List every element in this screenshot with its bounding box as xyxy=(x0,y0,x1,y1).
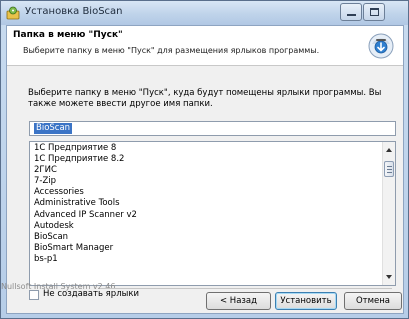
list-item[interactable]: Autodesk xyxy=(34,221,374,232)
list-item[interactable]: bs-p1 xyxy=(34,254,374,265)
list-item[interactable]: 1С Предприятие 8 xyxy=(34,143,374,154)
maximize-icon xyxy=(370,8,379,16)
folder-name-value: BioScan xyxy=(34,123,73,134)
install-button[interactable]: Установить xyxy=(275,292,337,310)
title-bar[interactable]: Установка BioScan xyxy=(1,1,408,25)
installer-window: Установка BioScan Папка в меню "Пуск" Вы… xyxy=(0,0,409,319)
maximize-button[interactable] xyxy=(363,3,385,21)
minimize-icon xyxy=(347,14,356,16)
list-item[interactable]: Administrative Tools xyxy=(34,198,374,209)
no-shortcuts-checkbox[interactable] xyxy=(29,290,39,300)
list-item[interactable]: Advanced IP Scanner v2 xyxy=(34,210,374,221)
window-title: Установка BioScan xyxy=(25,6,123,17)
minimize-button[interactable] xyxy=(340,3,362,21)
folder-list-items: 1С Предприятие 8 1С Предприятие 8.2 2ГИС… xyxy=(34,143,374,265)
page-title: Папка в меню "Пуск" xyxy=(13,30,123,40)
list-item[interactable]: 1С Предприятие 8.2 xyxy=(34,154,374,165)
page-subtitle: Выберите папку в меню "Пуск" для размеще… xyxy=(23,46,320,55)
scroll-thumb[interactable] xyxy=(384,161,394,177)
list-item[interactable]: 7-Zip xyxy=(34,176,374,187)
back-button[interactable]: < Назад xyxy=(206,292,271,310)
list-item[interactable]: BioScan xyxy=(34,232,374,243)
installer-icon xyxy=(6,6,20,20)
scroll-down-icon[interactable] xyxy=(386,275,392,279)
scroll-up-icon[interactable] xyxy=(386,148,392,152)
cd-install-icon xyxy=(368,33,394,59)
dialog-body: Папка в меню "Пуск" Выберите папку в мен… xyxy=(6,25,404,314)
start-menu-folder-list[interactable]: 1С Предприятие 8 1С Предприятие 8.2 2ГИС… xyxy=(29,141,396,286)
page-header: Папка в меню "Пуск" Выберите папку в мен… xyxy=(7,26,403,66)
list-item[interactable]: 2ГИС xyxy=(34,165,374,176)
list-item[interactable]: BioSmart Manager xyxy=(34,243,374,254)
list-item[interactable]: Accessories xyxy=(34,187,374,198)
branding-divider xyxy=(100,288,392,289)
installer-branding: Nullsoft Install System v2.46 xyxy=(1,282,116,291)
folder-name-input[interactable]: BioScan xyxy=(29,121,396,136)
list-scrollbar[interactable] xyxy=(382,142,395,285)
cancel-button[interactable]: Отмена xyxy=(344,292,402,310)
intro-text: Выберите папку в меню "Пуск", куда будут… xyxy=(28,88,382,109)
